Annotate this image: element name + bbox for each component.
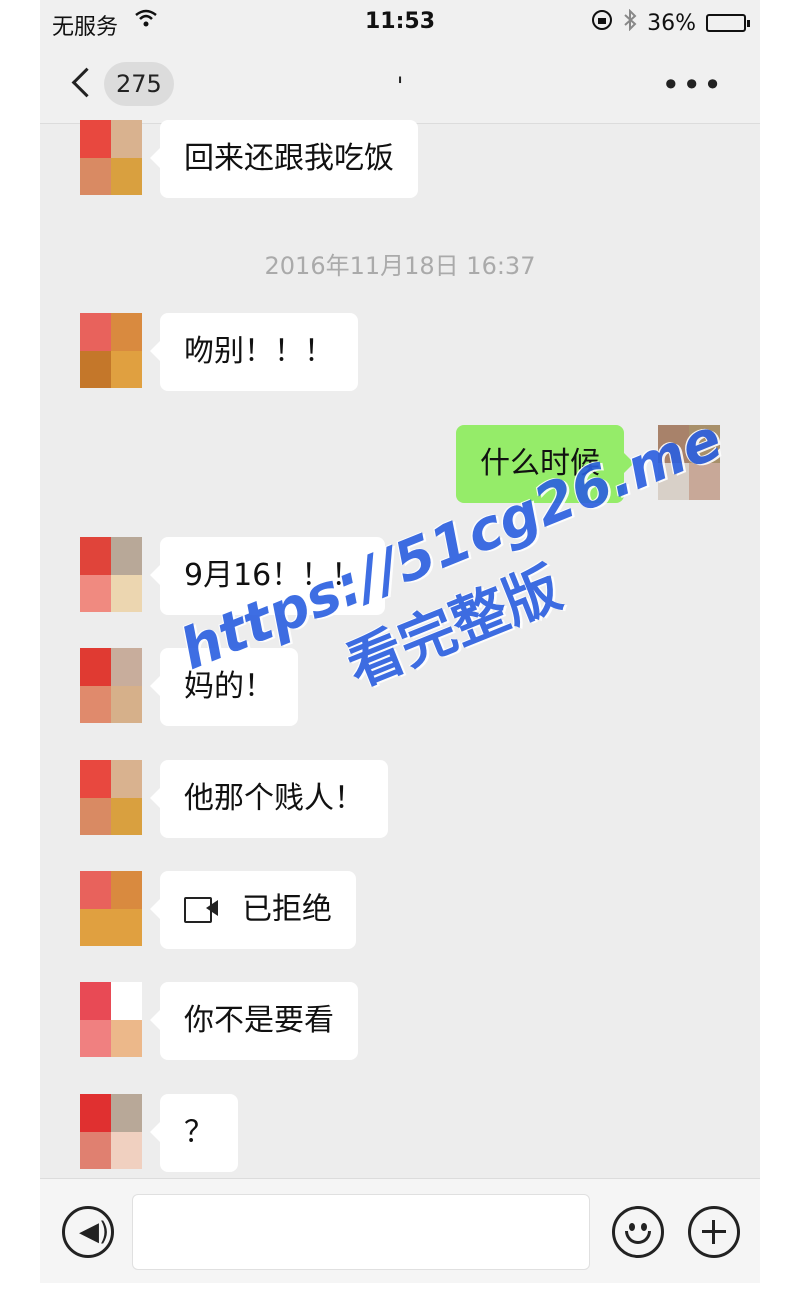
status-bar: 无服务 11:53 36%	[40, 0, 760, 44]
avatar-pixel	[80, 157, 111, 195]
emoji-icon[interactable]	[612, 1206, 664, 1258]
avatar-pixel	[111, 1131, 142, 1169]
contact-avatar[interactable]	[80, 313, 142, 388]
rotation-lock-icon	[591, 9, 613, 37]
video-call-icon	[184, 896, 218, 923]
received-message-bubble[interactable]: 你不是要看	[150, 982, 358, 1060]
contact-avatar[interactable]	[80, 982, 142, 1057]
avatar-pixel	[80, 1094, 111, 1132]
avatar-pixel	[111, 871, 142, 909]
avatar-pixel	[111, 760, 142, 798]
avatar-pixel	[111, 120, 142, 158]
message-text: 已拒绝	[242, 892, 332, 927]
received-message-bubble[interactable]: 已拒绝	[150, 871, 356, 949]
avatar-pixel	[111, 797, 142, 835]
watermark: https://51cg26.me 看完整版	[172, 407, 731, 758]
message-text: 吻别！！！	[184, 334, 334, 369]
contact-avatar[interactable]	[80, 871, 142, 946]
avatar-pixel	[80, 797, 111, 835]
avatar-pixel	[111, 908, 142, 946]
avatar-pixel	[80, 871, 111, 909]
avatar-pixel	[80, 760, 111, 798]
message-text: 你不是要看	[184, 1003, 334, 1038]
message-timestamp: 2016年11月18日 16:37	[264, 252, 536, 280]
voice-icon[interactable]: ◀)	[62, 1206, 114, 1258]
message-text: 他那个贱人！	[184, 781, 364, 816]
more-options-icon[interactable]: •••	[661, 66, 724, 104]
contact-avatar[interactable]	[80, 1094, 142, 1169]
battery-icon	[706, 14, 750, 32]
received-message-bubble[interactable]: 吻别！！！	[150, 313, 358, 391]
avatar-pixel	[111, 685, 142, 723]
message-text: ？	[184, 1115, 214, 1150]
avatar-pixel	[80, 1019, 111, 1057]
chat-title: '	[396, 72, 404, 100]
avatar-pixel	[80, 313, 111, 351]
battery-percent: 36%	[647, 10, 696, 36]
avatar-pixel	[111, 313, 142, 351]
plus-icon[interactable]	[688, 1206, 740, 1258]
contact-avatar[interactable]	[80, 120, 142, 195]
bluetooth-icon	[623, 8, 637, 37]
avatar-pixel	[111, 350, 142, 388]
avatar-pixel	[80, 908, 111, 946]
input-bar: ◀)	[40, 1178, 760, 1283]
received-message-bubble[interactable]: 回来还跟我吃饭	[150, 120, 418, 198]
nav-bar: 275 ' •••	[40, 44, 760, 124]
avatar-pixel	[80, 1131, 111, 1169]
contact-avatar[interactable]	[80, 760, 142, 835]
message-text: 回来还跟我吃饭	[184, 141, 394, 176]
contact-avatar[interactable]	[80, 648, 142, 723]
received-message-bubble[interactable]: ？	[150, 1094, 238, 1172]
avatar-pixel	[111, 1019, 142, 1057]
status-right: 36%	[591, 8, 750, 37]
avatar-pixel	[111, 648, 142, 686]
avatar-pixel	[80, 350, 111, 388]
avatar-pixel	[111, 1094, 142, 1132]
avatar-pixel	[80, 574, 111, 612]
contact-avatar[interactable]	[80, 537, 142, 612]
received-message-bubble[interactable]: 他那个贱人！	[150, 760, 388, 838]
avatar-pixel	[111, 157, 142, 195]
avatar-pixel	[111, 537, 142, 575]
avatar-pixel	[80, 120, 111, 158]
avatar-pixel	[111, 982, 142, 1020]
avatar-pixel	[80, 982, 111, 1020]
avatar-pixel	[80, 648, 111, 686]
avatar-pixel	[80, 537, 111, 575]
message-input[interactable]	[132, 1194, 590, 1270]
avatar-pixel	[80, 685, 111, 723]
avatar-pixel	[111, 574, 142, 612]
chat-screen: 无服务 11:53 36% 275 ' ••• 回来还跟我吃饭 吻别！！！ 什么时候…	[40, 0, 760, 1283]
